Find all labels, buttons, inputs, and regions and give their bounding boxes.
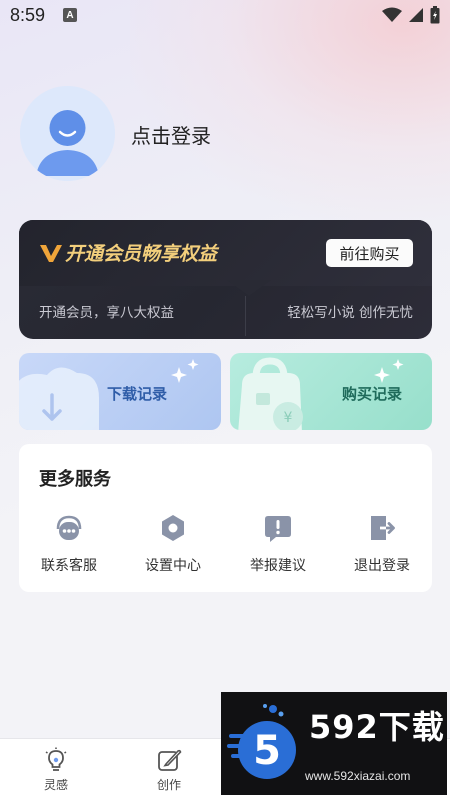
avatar[interactable] <box>20 86 115 181</box>
vip-title-text: 开通会员畅享权益 <box>65 243 218 265</box>
vip-card[interactable]: 开通会员畅享权益 前往购买 开通会员，享八大权益 轻松写小说 创作无忧 <box>19 220 432 339</box>
settings-center-button[interactable]: 设置中心 <box>123 511 223 581</box>
notification-a-icon: A <box>63 8 78 22</box>
user-avatar-icon <box>20 86 115 181</box>
wifi-icon <box>382 7 402 22</box>
lightbulb-icon <box>45 747 67 771</box>
report-suggestion-label: 举报建议 <box>250 558 306 574</box>
go-purchase-button[interactable]: 前往购买 <box>326 239 413 267</box>
logout-button[interactable]: 退出登录 <box>332 511 432 581</box>
status-time: 8:59 <box>10 4 46 25</box>
cell-signal-icon <box>409 8 423 22</box>
vip-slogan-text: 轻松写小说 创作无忧 <box>287 305 413 321</box>
nav-tab-inspiration[interactable]: 灵感 <box>26 747 86 793</box>
headset-icon <box>56 515 82 540</box>
settings-center-label: 设置中心 <box>145 558 201 574</box>
contact-support-button[interactable]: 联系客服 <box>19 511 119 581</box>
vip-card-notch <box>227 280 271 296</box>
vip-v-logo-icon <box>40 244 62 262</box>
battery-icon <box>430 6 440 24</box>
purchase-records-label: 购买记录 <box>342 385 403 403</box>
nav-tab-inspiration-label: 灵感 <box>43 778 68 792</box>
svg-text:¥: ¥ <box>284 410 293 426</box>
svg-text:5: 5 <box>253 728 281 774</box>
report-suggestion-button[interactable]: 举报建议 <box>228 511 328 581</box>
download-records-card[interactable]: 下载记录 <box>19 353 221 430</box>
status-bar: 8:59 A <box>0 0 450 30</box>
nav-tab-create-label: 创作 <box>156 778 181 792</box>
vip-title: 开通会员畅享权益 <box>39 239 217 266</box>
download-records-label: 下载记录 <box>107 385 168 403</box>
gear-icon <box>162 515 184 541</box>
contact-support-label: 联系客服 <box>41 558 97 574</box>
site-watermark: 5 592下载 www.592xiazai.com <box>221 692 447 795</box>
vip-benefits-text: 开通会员，享八大权益 <box>39 305 174 321</box>
edit-icon <box>158 749 182 771</box>
watermark-logo-icon: 5 <box>227 704 296 779</box>
status-icons <box>382 6 440 24</box>
vip-divider <box>245 296 246 336</box>
purchase-records-card[interactable]: ¥ 购买记录 <box>230 353 432 430</box>
watermark-url: www.592xiazai.com <box>305 769 411 783</box>
more-services-title: 更多服务 <box>39 469 111 490</box>
login-link[interactable]: 点击登录 <box>131 120 211 149</box>
more-services-panel: 更多服务 联系客服 设置中心 举报建议 退出登录 <box>19 444 432 592</box>
logout-label: 退出登录 <box>354 558 410 574</box>
header-background <box>130 0 450 220</box>
watermark-brand: 592下载 <box>309 708 445 746</box>
report-icon <box>265 516 291 542</box>
logout-icon <box>371 516 395 540</box>
nav-tab-create[interactable]: 创作 <box>139 747 199 793</box>
